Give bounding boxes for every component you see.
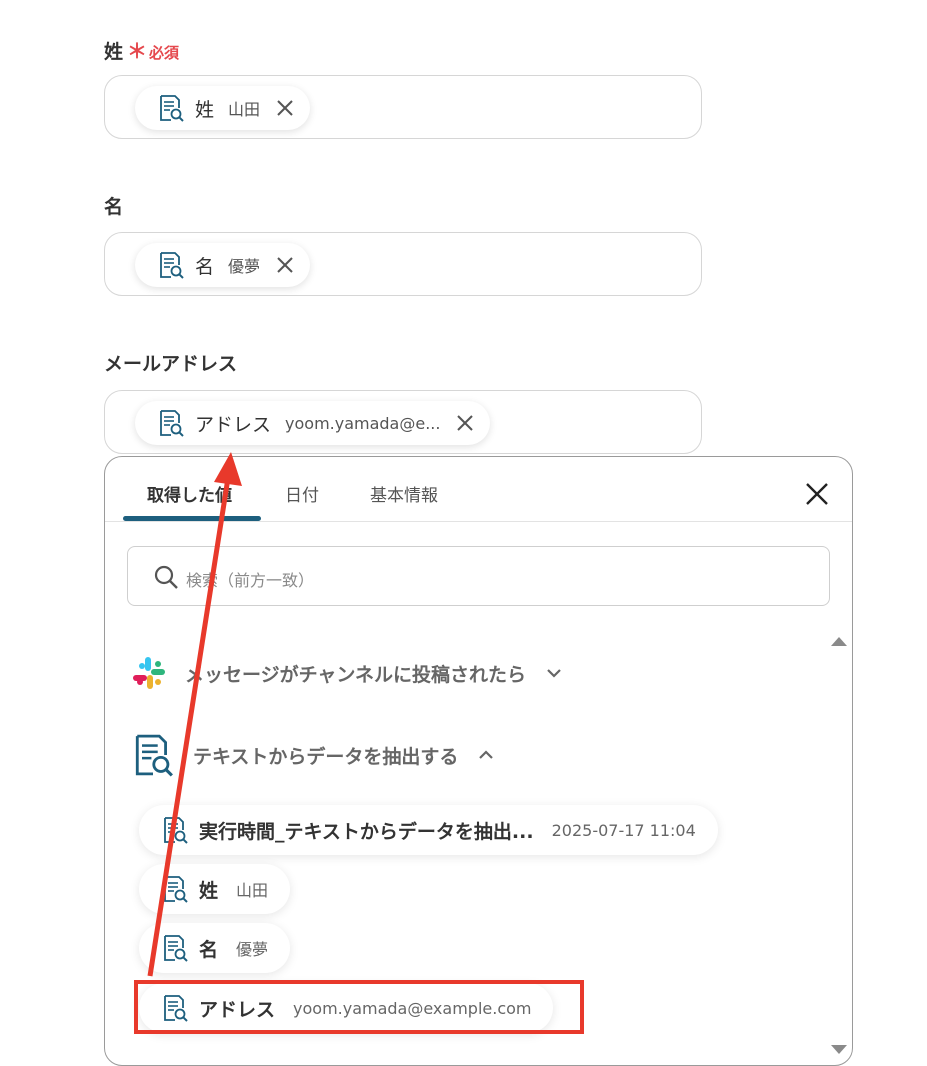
chip-value: 優夢 (228, 257, 261, 276)
last-name-label-text: 姓 (104, 41, 124, 63)
item-name: 実行時間_テキストからデータを抽出... (199, 820, 534, 843)
search-input[interactable]: 検索（前方一致） (127, 546, 830, 606)
email-label: メールアドレス (104, 353, 238, 375)
value-picker-panel: 取得した値 日付 基本情報 検索（前方一致） メッセージがチャンネルに投稿された… (104, 456, 853, 1066)
group-slack-message[interactable]: メッセージがチャンネルに投稿されたら (131, 655, 564, 691)
last-name-field[interactable]: 姓 山田 (104, 75, 702, 139)
first-name-label: 名 (104, 196, 124, 218)
search-icon (154, 565, 178, 589)
close-icon[interactable] (274, 254, 296, 276)
document-search-icon (161, 934, 189, 962)
chip-value: 山田 (228, 100, 261, 119)
chip-name: 名 (195, 255, 215, 278)
scroll-up-arrow[interactable] (831, 637, 847, 646)
search-placeholder: 検索（前方一致） (186, 571, 315, 590)
first-name-chip[interactable]: 名 優夢 (135, 243, 311, 287)
document-search-icon (157, 94, 185, 122)
document-search-icon (157, 409, 185, 437)
close-icon[interactable] (804, 481, 830, 507)
group-extract-data[interactable]: テキストからデータを抽出する (131, 733, 496, 777)
required-text: 必須 (149, 44, 180, 62)
group-title: テキストからデータを抽出する (193, 745, 459, 768)
active-tab-indicator (123, 516, 261, 521)
document-search-icon (131, 733, 175, 777)
chevron-up-icon[interactable] (476, 745, 496, 765)
close-icon[interactable] (274, 97, 296, 119)
list-item[interactable]: 姓 山田 (139, 864, 291, 914)
tab-date[interactable]: 日付 (285, 481, 319, 506)
chevron-down-icon[interactable] (544, 663, 564, 683)
tab-basic-info[interactable]: 基本情報 (370, 481, 438, 506)
group-title: メッセージがチャンネルに投稿されたら (185, 663, 527, 686)
required-star: ＊ (127, 39, 148, 63)
item-value: 山田 (236, 881, 269, 900)
item-value: 2025-07-17 11:04 (551, 820, 696, 840)
chip-name: アドレス (195, 413, 272, 436)
close-icon[interactable] (454, 412, 476, 434)
item-name: 名 (199, 938, 219, 961)
tab-retrieved-values[interactable]: 取得した値 (147, 481, 232, 506)
annotation-highlight-box (134, 980, 584, 1034)
last-name-label: 姓＊必須 (104, 35, 179, 64)
email-field[interactable]: アドレス yoom.yamada@e... (104, 390, 702, 454)
last-name-chip[interactable]: 姓 山田 (135, 86, 311, 130)
slack-icon (133, 657, 165, 689)
document-search-icon (161, 816, 189, 844)
chip-name: 姓 (195, 98, 215, 121)
tab-bar: 取得した値 日付 基本情報 (105, 457, 852, 522)
email-chip[interactable]: アドレス yoom.yamada@e... (135, 401, 491, 445)
chip-value: yoom.yamada@e... (285, 413, 441, 433)
list-item[interactable]: 実行時間_テキストからデータを抽出... 2025-07-17 11:04 (139, 805, 718, 855)
item-name: 姓 (199, 879, 219, 902)
list-item[interactable]: 名 優夢 (139, 923, 291, 973)
document-search-icon (157, 251, 185, 279)
document-search-icon (161, 875, 189, 903)
item-value: 優夢 (236, 940, 269, 959)
first-name-field[interactable]: 名 優夢 (104, 232, 702, 296)
scroll-down-arrow[interactable] (831, 1045, 847, 1054)
